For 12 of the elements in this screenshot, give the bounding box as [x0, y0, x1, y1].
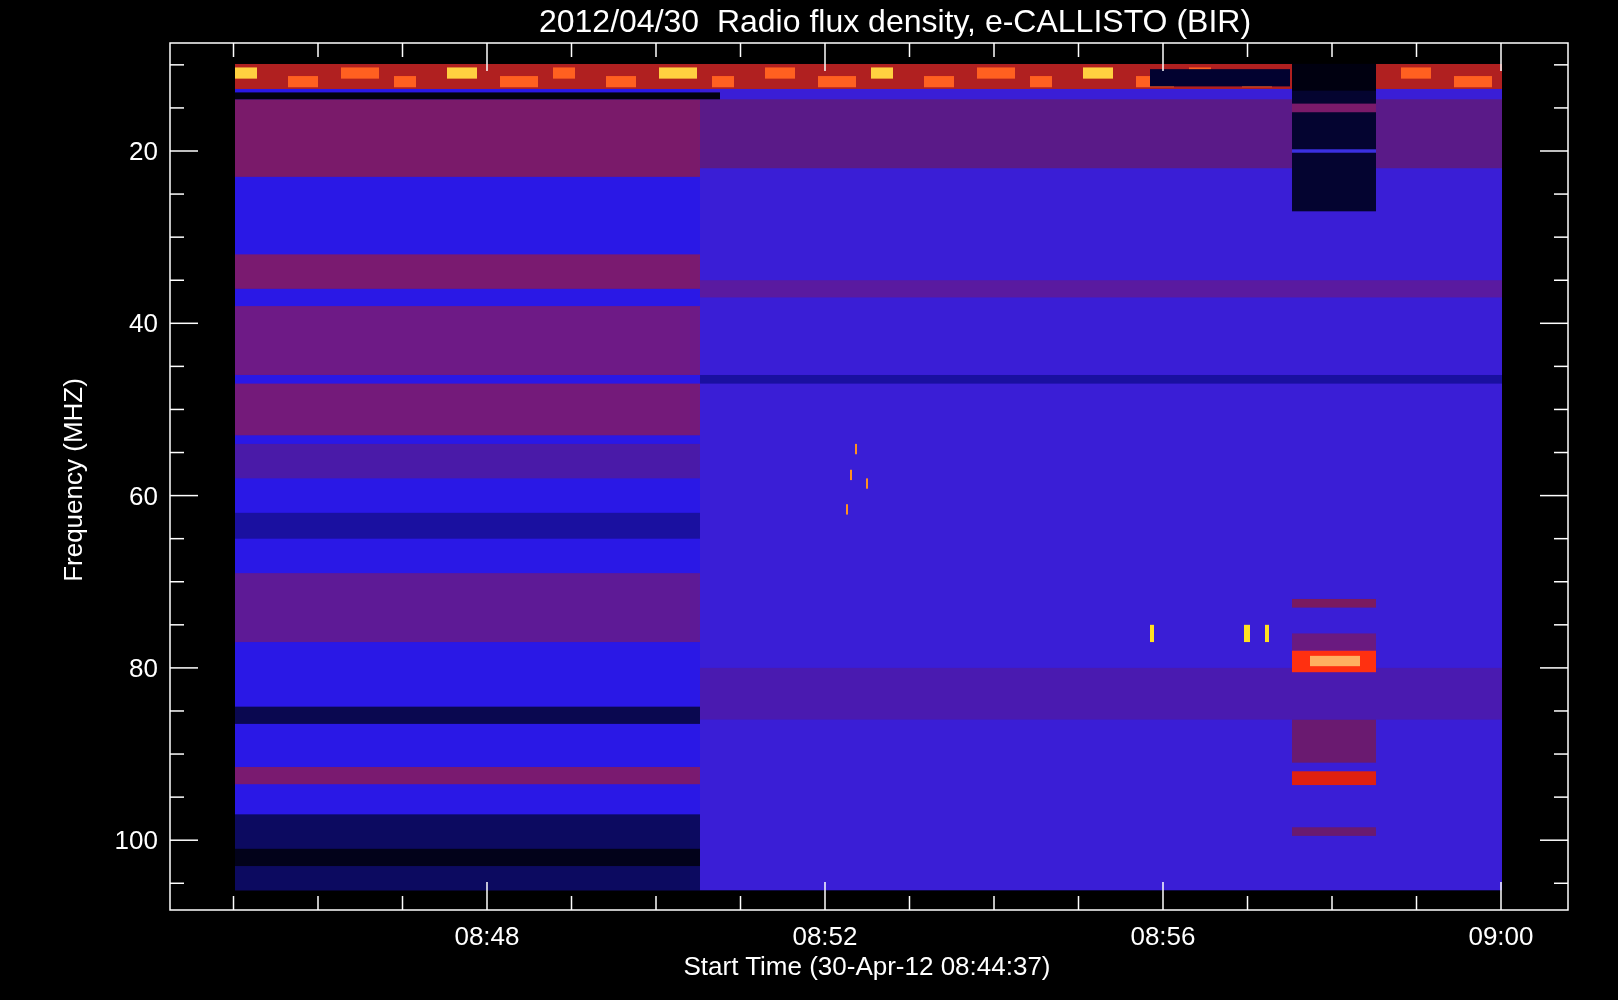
x-axis-label: Start Time (30-Apr-12 08:44:37): [683, 951, 1051, 981]
y-tick-label: 40: [129, 308, 158, 339]
y-axis-label: Frequency (MHZ): [58, 378, 88, 582]
y-tick-label: 20: [129, 136, 158, 166]
y-tick-label: 60: [129, 480, 158, 511]
y-tick-label: 80: [129, 652, 158, 683]
x-tick-label: 08:48: [454, 921, 520, 951]
x-tick-label: 09:00: [1468, 921, 1534, 951]
y-tick-label: 100: [114, 825, 158, 856]
x-tick-label: 08:52: [792, 921, 858, 951]
x-tick-label: 08:56: [1130, 921, 1196, 951]
chart-title: 2012/04/30 Radio flux density, e-CALLISTO (BIR): [538, 3, 1252, 39]
